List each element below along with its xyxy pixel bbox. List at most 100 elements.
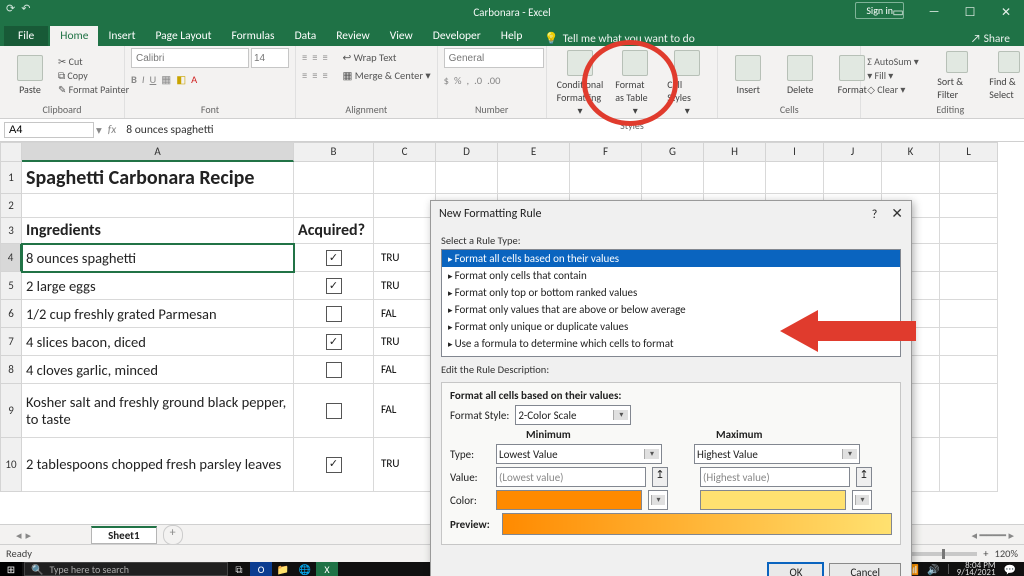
taskbar-app[interactable]: O [250, 562, 272, 576]
cell[interactable]: TRU [374, 272, 436, 300]
col-header[interactable]: I [766, 142, 824, 162]
cell[interactable] [940, 300, 998, 328]
font-name[interactable] [131, 48, 249, 68]
clear-button[interactable]: ◇ Clear ▾ [867, 83, 929, 96]
cell[interactable] [294, 384, 374, 438]
row-header[interactable]: 10 [0, 438, 22, 492]
cell[interactable]: ✓ [294, 272, 374, 300]
cell[interactable]: 1/2 cup freshly grated Parmesan [22, 300, 294, 328]
cell[interactable] [570, 162, 642, 194]
tray-date[interactable]: 9/14/2021 [957, 569, 996, 576]
rule-type-item[interactable]: Format only unique or duplicate values [442, 318, 900, 335]
font-color-button[interactable]: A [191, 73, 197, 86]
rule-type-list[interactable]: Format all cells based on their values F… [441, 249, 901, 357]
percent-icon[interactable]: % [454, 74, 462, 87]
zoom-in[interactable]: + [983, 547, 988, 560]
tab-review[interactable]: Review [326, 26, 379, 46]
cancel-button[interactable]: Cancel [829, 563, 901, 576]
tray-notification-icon[interactable]: 💬 [1004, 563, 1016, 576]
start-button[interactable]: ⊞ [0, 562, 22, 576]
checkbox[interactable] [326, 362, 342, 378]
rule-type-item[interactable]: Format all cells based on their values [442, 250, 900, 267]
max-value-refedit[interactable]: ↥ [856, 467, 872, 487]
cell[interactable] [294, 300, 374, 328]
cell[interactable]: FAL [374, 384, 436, 438]
maximize-button[interactable]: ☐ [952, 0, 988, 24]
cut-button[interactable]: ✂ Cut [58, 55, 129, 68]
merge-center[interactable]: ▦ Merge & Center ▾ [342, 69, 430, 82]
share-button[interactable]: ↗ Share [971, 32, 1010, 46]
tab-data[interactable]: Data [285, 26, 327, 46]
close-button[interactable]: ✕ [988, 0, 1024, 24]
tray-volume-icon[interactable]: 🔊 [927, 563, 939, 576]
checkbox[interactable]: ✓ [326, 278, 342, 294]
format-style-dropdown[interactable]: 2-Color Scale▾ [515, 405, 631, 425]
underline-button[interactable]: U [150, 73, 157, 86]
col-header[interactable]: K [882, 142, 940, 162]
row-header[interactable]: 6 [0, 300, 22, 328]
cell[interactable] [940, 218, 998, 244]
row-header[interactable]: 4 [0, 244, 22, 272]
task-view-icon[interactable]: ⧉ [228, 562, 250, 576]
min-value-refedit[interactable]: ↥ [652, 467, 668, 487]
number-format[interactable] [444, 48, 544, 68]
fx-icon[interactable]: fx [108, 123, 117, 137]
zoom-level[interactable]: 120% [995, 547, 1018, 560]
sheet-tab[interactable]: Sheet1 [91, 526, 157, 544]
rule-type-item[interactable]: Format only values that are above or bel… [442, 301, 900, 318]
cell[interactable] [940, 356, 998, 384]
min-type-dropdown[interactable]: Lowest Value▾ [496, 444, 662, 464]
cell[interactable]: FAL [374, 300, 436, 328]
row-header[interactable]: 8 [0, 356, 22, 384]
col-header[interactable]: G [642, 142, 704, 162]
col-header[interactable]: E [498, 142, 570, 162]
cell[interactable] [294, 162, 374, 194]
cell[interactable] [374, 162, 436, 194]
taskbar-app[interactable]: 🌐 [294, 562, 316, 576]
max-color-dropdown[interactable] [700, 490, 846, 510]
col-header[interactable]: C [374, 142, 436, 162]
cell[interactable] [940, 162, 998, 194]
taskbar-search[interactable]: 🔍Type here to search [24, 562, 228, 576]
format-painter-button[interactable]: ✎ Format Painter [58, 83, 129, 96]
delete-cells-button[interactable]: Delete [776, 53, 824, 98]
conditional-formatting-button[interactable]: Conditional Formatting ▾ [553, 48, 608, 119]
cell[interactable] [704, 162, 766, 194]
row-header[interactable]: 5 [0, 272, 22, 300]
tab-help[interactable]: Help [491, 26, 533, 46]
add-sheet-button[interactable]: + [163, 525, 183, 545]
col-header[interactable]: F [570, 142, 642, 162]
dialog-help-icon[interactable]: ? [872, 208, 878, 222]
tell-me[interactable]: 💡Tell me what you want to do [544, 31, 694, 46]
cell[interactable] [498, 162, 570, 194]
col-header[interactable]: B [294, 142, 374, 162]
cell[interactable]: Kosher salt and freshly ground black pep… [22, 384, 294, 438]
rule-type-item[interactable]: Format only top or bottom ranked values [442, 284, 900, 301]
tab-view[interactable]: View [380, 26, 423, 46]
comma-icon[interactable]: , [467, 74, 470, 87]
cell[interactable]: 4 slices bacon, diced [22, 328, 294, 356]
tab-file[interactable]: File [4, 26, 48, 46]
border-button[interactable]: ▦ [161, 73, 171, 86]
undo-icon[interactable]: ↶ [21, 2, 30, 15]
sheet-nav-next[interactable]: ▸ [26, 529, 32, 542]
row-header[interactable]: 1 [0, 162, 22, 194]
bold-button[interactable]: B [131, 73, 137, 86]
cell[interactable]: ✓ [294, 438, 374, 492]
namebox-dropdown-icon[interactable]: ▾ [96, 123, 102, 138]
col-header[interactable]: A [22, 142, 294, 162]
checkbox[interactable]: ✓ [326, 457, 342, 473]
checkbox[interactable] [326, 403, 342, 419]
col-header[interactable]: H [704, 142, 766, 162]
cell[interactable]: ✓ [294, 244, 374, 272]
tab-insert[interactable]: Insert [98, 26, 145, 46]
fill-color-button[interactable]: ◧ [176, 73, 186, 86]
rule-type-item[interactable]: Use a formula to determine which cells t… [442, 335, 900, 352]
tab-formulas[interactable]: Formulas [221, 26, 284, 46]
font-size[interactable] [251, 48, 289, 68]
max-value-input[interactable]: (Highest value) [700, 467, 850, 487]
cell[interactable] [374, 218, 436, 244]
copy-button[interactable]: ⧉ Copy [58, 69, 129, 82]
rule-type-item[interactable]: Format only cells that contain [442, 267, 900, 284]
cell[interactable] [940, 328, 998, 356]
